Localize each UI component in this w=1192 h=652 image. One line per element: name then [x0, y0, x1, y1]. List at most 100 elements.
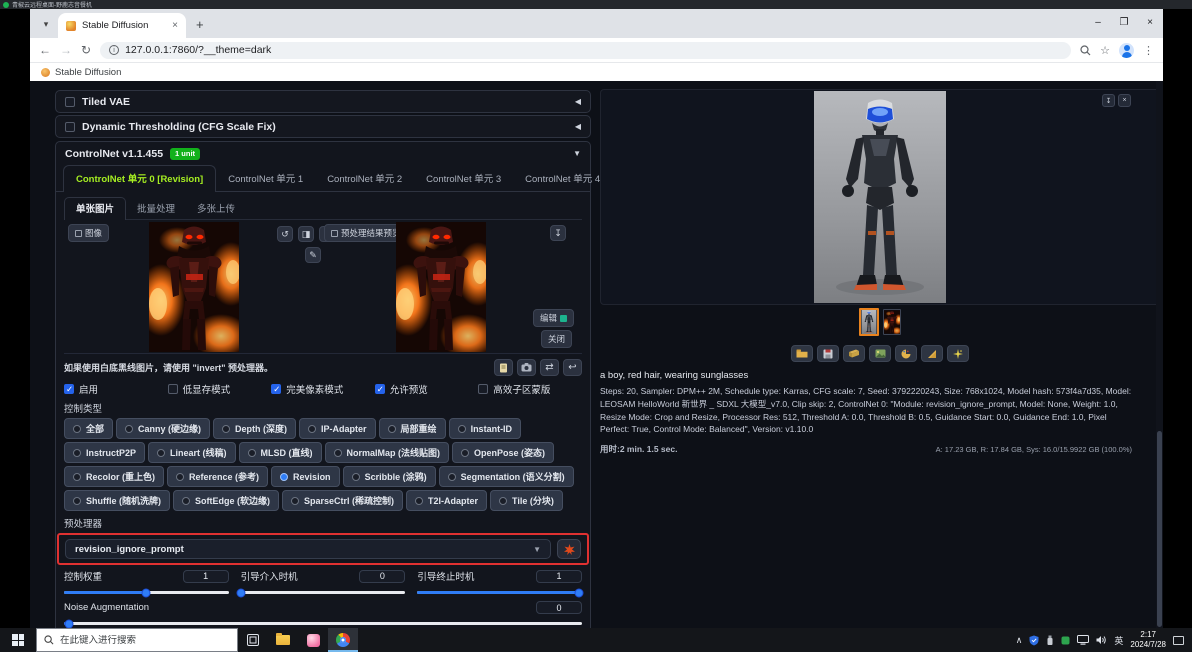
- brush-button[interactable]: ✎: [305, 247, 321, 263]
- edit-chip[interactable]: 编辑: [532, 309, 574, 327]
- send-to-extras-button[interactable]: [921, 345, 943, 362]
- noise-augmentation-slider[interactable]: Noise Augmentation 0: [64, 601, 582, 628]
- send-dimensions-button[interactable]: ↩: [563, 359, 582, 376]
- close-button[interactable]: ×: [1137, 9, 1163, 36]
- control-type-segmentation[interactable]: Segmentation (语义分割): [438, 466, 574, 487]
- adjust-button[interactable]: ◨: [298, 226, 314, 242]
- back-button[interactable]: ←: [39, 44, 51, 56]
- undo-button[interactable]: ↺: [277, 226, 293, 242]
- tab-unit-4[interactable]: ControlNet 单元 4: [513, 166, 612, 191]
- site-info-icon[interactable]: i: [109, 45, 120, 55]
- send-to-img2img-button[interactable]: [869, 345, 891, 362]
- collapse-icon[interactable]: ◀: [575, 122, 581, 131]
- usb-icon[interactable]: [1046, 635, 1054, 646]
- profile-avatar[interactable]: [1119, 42, 1134, 58]
- browser-tab[interactable]: Stable Diffusion ×: [58, 13, 186, 38]
- control-type-canny[interactable]: Canny (硬边缘): [116, 418, 211, 439]
- new-canvas-button[interactable]: [494, 359, 513, 376]
- enable-checkbox[interactable]: 启用: [64, 382, 168, 396]
- reload-button[interactable]: ↻: [81, 44, 91, 56]
- thumbnail-warrior[interactable]: [883, 309, 901, 335]
- pink-app-button[interactable]: [298, 628, 328, 652]
- control-type-shuffle[interactable]: Shuffle (随机洗牌): [64, 490, 170, 511]
- scrollbar-thumb[interactable]: [1157, 431, 1162, 627]
- tab-unit-3[interactable]: ControlNet 单元 3: [414, 166, 513, 191]
- control-type-depth[interactable]: Depth (深度): [213, 418, 297, 439]
- control-type-openpose[interactable]: OpenPose (姿态): [452, 442, 555, 463]
- start-button[interactable]: [0, 628, 36, 652]
- volume-icon[interactable]: [1096, 635, 1107, 645]
- guidance-start-slider[interactable]: 引导介入时机 0: [236, 569, 406, 597]
- control-type-all[interactable]: 全部: [64, 418, 114, 439]
- download-image-button[interactable]: ↧: [1102, 94, 1115, 107]
- control-type-scribble[interactable]: Scribble (涂鸦): [342, 466, 436, 487]
- control-type-softedge[interactable]: SoftEdge (软边缘): [173, 490, 279, 511]
- zoom-icon[interactable]: [1080, 44, 1091, 56]
- control-type-tile[interactable]: Tile (分块): [490, 490, 563, 511]
- tab-search-chevron-icon[interactable]: ▾: [36, 14, 56, 34]
- preprocessor-dropdown[interactable]: revision_ignore_prompt ▼: [65, 539, 551, 559]
- taskbar-clock[interactable]: 2:17 2024/7/28: [1130, 630, 1166, 650]
- shield-icon[interactable]: [1029, 635, 1039, 646]
- forward-button[interactable]: →: [60, 44, 72, 56]
- accordion-tiled-vae[interactable]: Tiled VAE ◀: [55, 90, 591, 113]
- search-input[interactable]: [60, 634, 220, 646]
- bookmark-item[interactable]: Stable Diffusion: [55, 67, 121, 78]
- control-type-inpaint[interactable]: 局部重绘: [378, 418, 446, 439]
- save-zip-button[interactable]: [843, 345, 865, 362]
- tab-unit-2[interactable]: ControlNet 单元 2: [315, 166, 414, 191]
- minimize-button[interactable]: –: [1085, 9, 1111, 36]
- weight-slider[interactable]: 控制权重 1: [64, 569, 229, 597]
- mirror-webcam-button[interactable]: ⇄: [540, 359, 559, 376]
- tray-expand-icon[interactable]: ∧: [1016, 635, 1023, 646]
- lowvram-checkbox[interactable]: 低显存模式: [167, 382, 272, 396]
- control-type-recolor[interactable]: Recolor (重上色): [64, 466, 165, 487]
- save-image-button[interactable]: [817, 345, 839, 362]
- send-to-inpaint-button[interactable]: [895, 345, 917, 362]
- ime-indicator[interactable]: 英: [1114, 634, 1123, 647]
- guidance-end-slider[interactable]: 引导终止时机 1: [417, 569, 584, 597]
- download-preview-button[interactable]: ↧: [550, 225, 566, 241]
- tab-close-icon[interactable]: ×: [172, 20, 178, 31]
- control-type-mlsd[interactable]: MLSD (直线): [238, 442, 322, 463]
- pixel-perfect-checkbox[interactable]: 完美像素模式: [271, 382, 375, 396]
- generation-info[interactable]: Steps: 20, Sampler: DPM++ 2M, Schedule t…: [600, 385, 1132, 436]
- tiled-vae-checkbox[interactable]: [65, 96, 75, 107]
- generated-image[interactable]: [814, 91, 946, 303]
- network-icon[interactable]: [1077, 635, 1090, 645]
- control-type-revision[interactable]: Revision: [271, 466, 340, 487]
- collapse-icon[interactable]: ◀: [575, 97, 581, 106]
- menu-kebab-icon[interactable]: ⋮: [1143, 44, 1154, 57]
- accordion-dynamic-thresholding[interactable]: Dynamic Thresholding (CFG Scale Fix) ◀: [55, 115, 591, 138]
- preprocessor-preview-image[interactable]: [396, 222, 486, 352]
- close-chip[interactable]: 关闭: [540, 330, 572, 348]
- chrome-button[interactable]: [328, 628, 358, 652]
- control-type-reference[interactable]: Reference (参考): [167, 466, 269, 487]
- control-type-normalmap[interactable]: NormalMap (法线贴图): [324, 442, 450, 463]
- control-type-instant-id[interactable]: Instant-ID: [448, 418, 522, 439]
- expand-icon[interactable]: ▼: [573, 149, 581, 158]
- sparkle-button[interactable]: [947, 345, 969, 362]
- control-type-lineart[interactable]: Lineart (线稿): [148, 442, 236, 463]
- effective-region-mask-checkbox[interactable]: 高效子区蒙版: [478, 382, 582, 396]
- control-type-instructp2p[interactable]: InstructP2P: [64, 442, 146, 463]
- bookmark-star-icon[interactable]: ☆: [1100, 44, 1110, 57]
- run-preprocessor-button[interactable]: [557, 539, 581, 559]
- tab-multi-upload[interactable]: 多张上传: [186, 198, 246, 219]
- allow-preview-checkbox[interactable]: 允许预览: [374, 382, 479, 396]
- close-gallery-button[interactable]: ×: [1118, 94, 1131, 107]
- green-tray-icon[interactable]: [1061, 636, 1070, 645]
- prompt-text[interactable]: a boy, red hair, wearing sunglasses: [600, 370, 1160, 381]
- webcam-button[interactable]: [517, 359, 536, 376]
- tab-single-image[interactable]: 单张图片: [64, 197, 127, 220]
- task-view-button[interactable]: [238, 628, 268, 652]
- control-type-sparsectrl[interactable]: SparseCtrl (稀疏控制): [282, 490, 404, 511]
- maximize-button[interactable]: ❐: [1111, 9, 1137, 36]
- tab-batch[interactable]: 批量处理: [126, 198, 186, 219]
- page-scrollbar[interactable]: [1156, 81, 1163, 628]
- dynamic-thresholding-checkbox[interactable]: [65, 121, 75, 132]
- open-folder-button[interactable]: [791, 345, 813, 362]
- controlnet-header[interactable]: ControlNet v1.1.455 1 unit ▼: [56, 142, 590, 165]
- url-bar[interactable]: i 127.0.0.1:7860/?__theme=dark: [100, 41, 1072, 59]
- thumbnail-robot[interactable]: [859, 308, 879, 336]
